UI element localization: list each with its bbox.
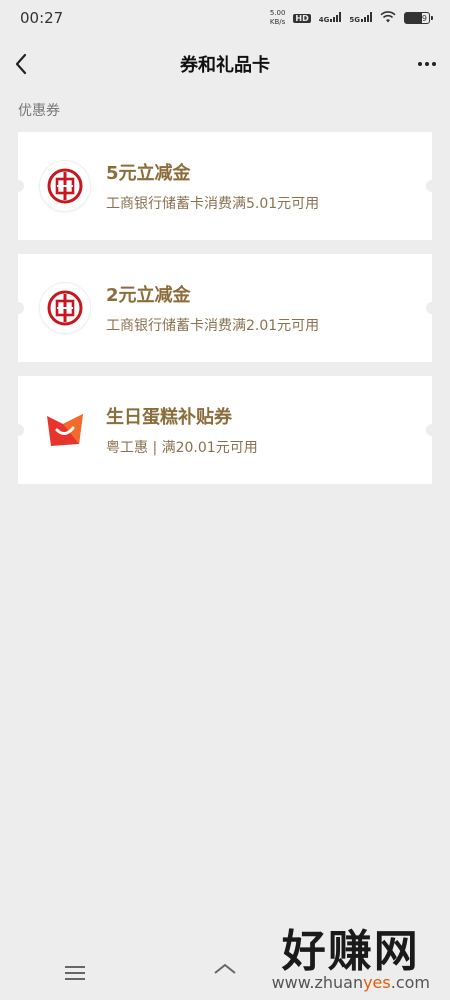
menu-icon[interactable] [63, 964, 87, 986]
back-button[interactable] [14, 48, 46, 80]
icbc-logo-icon [40, 161, 90, 211]
yuegonghui-logo-icon [40, 405, 90, 455]
status-time: 00:27 [20, 9, 64, 27]
icbc-logo-icon [40, 283, 90, 333]
coupon-text: 生日蛋糕补贴券 粤工惠 | 满20.01元可用 [106, 403, 258, 457]
more-dots-icon [418, 62, 422, 66]
coupon-title: 5元立减金 [106, 163, 191, 184]
coupon-desc: 工商银行储蓄卡消费满2.01元可用 [106, 318, 320, 334]
hd-icon: HD [293, 13, 311, 23]
coupon-desc: 粤工惠 | 满20.01元可用 [106, 440, 258, 456]
signal-4g-icon: 4G [319, 11, 342, 25]
watermark-url: www.zhuanyes.com [271, 973, 430, 992]
coupon-desc: 工商银行储蓄卡消费满5.01元可用 [106, 196, 320, 212]
coupon-title: 2元立减金 [106, 285, 191, 306]
coupon-title: 生日蛋糕补贴券 [106, 407, 232, 428]
coupon-card[interactable]: 5元立减金 工商银行储蓄卡消费满5.01元可用 [12, 132, 438, 240]
net-speed: 5.00 KB/s [269, 9, 286, 26]
watermark-title: 好赚网 [281, 926, 420, 977]
coupon-card[interactable]: 2元立减金 工商银行储蓄卡消费满2.01元可用 [12, 254, 438, 362]
coupon-text: 5元立减金 工商银行储蓄卡消费满5.01元可用 [106, 159, 319, 213]
more-button[interactable] [404, 48, 436, 80]
wifi-icon [380, 10, 396, 26]
signal-5g-icon: 5G [349, 11, 372, 25]
page-title: 券和礼品卡 [180, 55, 270, 76]
watermark: 好赚网 www.zhuanyes.com [272, 915, 430, 992]
coupon-card[interactable]: 生日蛋糕补贴券 粤工惠 | 满20.01元可用 [12, 376, 438, 484]
nav-header: 券和礼品卡 [0, 36, 450, 92]
home-icon[interactable] [212, 963, 238, 987]
status-bar: 00:27 5.00 KB/s HD 4G 5G 79 [0, 0, 450, 36]
battery-icon: 79 [404, 12, 433, 24]
status-icons: 5.00 KB/s HD 4G 5G 79 [269, 9, 433, 27]
section-label: 优惠券 [18, 103, 60, 119]
chevron-left-icon [15, 53, 27, 75]
coupon-text: 2元立减金 工商银行储蓄卡消费满2.01元可用 [106, 281, 319, 335]
